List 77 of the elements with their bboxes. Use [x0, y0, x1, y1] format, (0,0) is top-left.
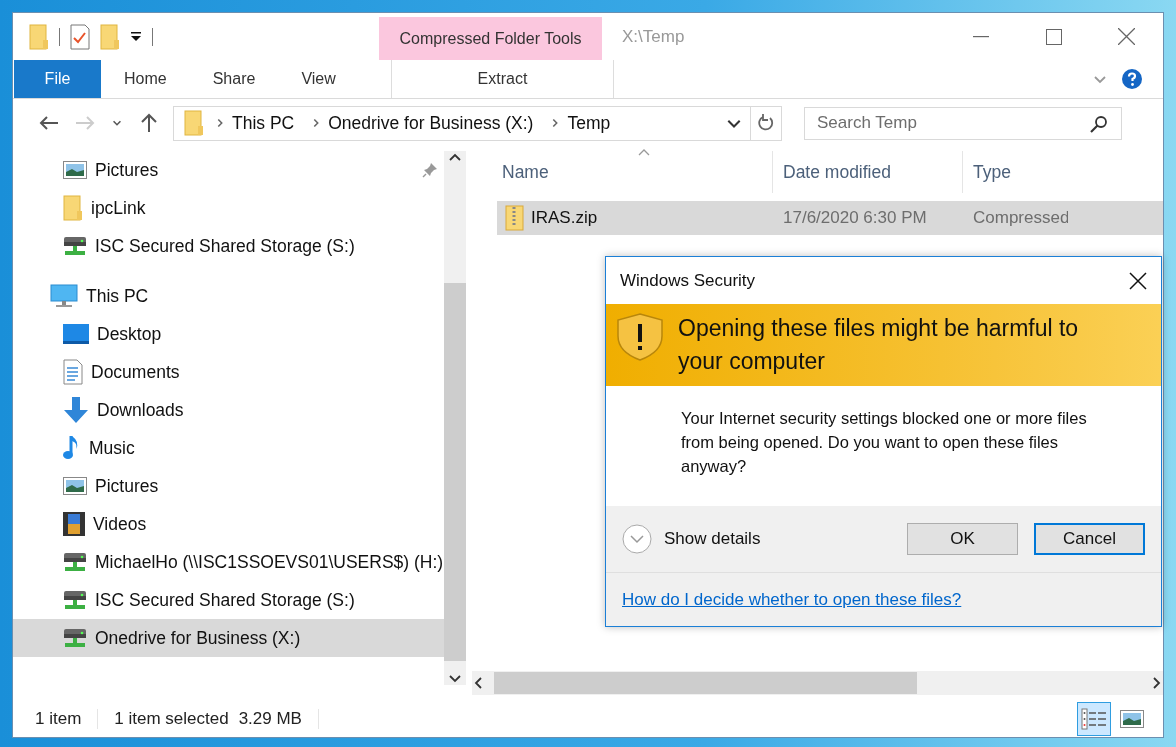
horizontal-scrollbar[interactable]	[472, 671, 1163, 695]
view-button[interactable]	[1077, 702, 1111, 736]
ribbon-tab[interactable]: Extract	[391, 60, 614, 98]
dialog-title: Windows Security	[620, 270, 756, 291]
down-arrow-icon	[63, 397, 89, 423]
refresh-icon[interactable]	[757, 114, 775, 132]
selection-size: 3.29 MB	[238, 709, 302, 729]
network-drive-icon	[63, 235, 87, 257]
ribbon-tab[interactable]: File	[14, 60, 101, 98]
scrollbar-thumb[interactable]	[494, 672, 917, 694]
file-name: IRAS.zip	[531, 208, 598, 228]
selection-status: 1 item selected	[114, 709, 229, 729]
breadcrumb[interactable]: Onedrive for Business (X:)	[322, 112, 540, 134]
context-tab-group: Compressed Folder Tools	[379, 17, 602, 60]
window-title: X:\Temp	[621, 25, 686, 48]
network-drive-icon	[63, 589, 87, 611]
zip-folder-icon	[505, 205, 525, 231]
nav-item[interactable]: Music	[13, 429, 444, 467]
breadcrumb[interactable]: This PC	[226, 112, 301, 134]
file-row[interactable]: IRAS.zip 17/6/2020 6:30 PM Compressed	[497, 201, 1163, 235]
warning-heading: Opening these files might be harmful to your computer	[678, 314, 1080, 376]
caret-icon[interactable]	[130, 30, 142, 43]
nav-item[interactable]: ISC Secured Shared Storage (S:)	[13, 227, 444, 265]
folder-icon	[63, 195, 83, 221]
network-drive-icon	[63, 551, 87, 573]
maximize-icon	[1045, 28, 1062, 45]
address-bar[interactable]: This PC Onedrive for Business (X:) Temp	[173, 105, 782, 141]
column-header[interactable]: Name	[470, 151, 773, 193]
dialog-button[interactable]: Cancel	[1034, 523, 1145, 555]
search-icon	[1090, 114, 1108, 133]
folder-icon	[29, 23, 49, 50]
help-icon[interactable]	[1121, 68, 1143, 90]
type-cell-text: Compressed	[972, 208, 1068, 228]
search-field[interactable]: Search Temp	[804, 106, 1122, 140]
folder-icon	[184, 110, 204, 136]
nav-item[interactable]: Downloads	[13, 391, 444, 429]
chevron-circle-icon	[622, 524, 652, 554]
close-icon	[1118, 28, 1135, 45]
nav-item[interactable]: Documents	[13, 353, 444, 391]
scrollbar-thumb[interactable]	[444, 283, 466, 661]
nav-item[interactable]: Pictures	[13, 151, 444, 189]
close-icon[interactable]	[1129, 271, 1147, 290]
picture-icon	[63, 161, 87, 179]
breadcrumb[interactable]: Temp	[561, 112, 617, 134]
warning-shield-icon	[616, 312, 664, 362]
nav-item[interactable]: Desktop	[13, 315, 444, 353]
date-cell-text: 17/6/2020 6:30 PM	[782, 208, 928, 228]
help-link[interactable]: How do I decide whether to open these files?	[622, 589, 1161, 610]
properties-icon[interactable]	[70, 23, 90, 50]
desktop-icon	[63, 324, 89, 344]
nav-item[interactable]: MichaelHo (\\ISC1SSOEVS01\USERS$) (H:)	[13, 543, 444, 581]
vertical-scrollbar[interactable]	[444, 151, 466, 685]
nav-item[interactable]: ipcLink	[13, 189, 444, 227]
forward-arrow-icon	[75, 115, 95, 131]
nav-item[interactable]: Onedrive for Business (X:)	[13, 619, 444, 657]
column-header[interactable]: Date modified	[773, 151, 963, 193]
computer-icon	[50, 284, 78, 308]
sort-caret-icon	[638, 149, 650, 156]
item-count: 1 item	[35, 709, 82, 729]
picture-icon	[63, 477, 87, 495]
up-arrow-icon	[140, 113, 158, 133]
minimize-icon	[972, 35, 989, 38]
document-icon	[63, 359, 83, 385]
dialog-button[interactable]: OK	[907, 523, 1018, 555]
picture-icon	[1120, 710, 1144, 728]
show-details-toggle[interactable]: Show details	[622, 524, 761, 554]
details-view-icon	[1081, 708, 1107, 730]
network-drive-icon	[63, 627, 87, 649]
nav-item[interactable]: ISC Secured Shared Storage (S:)	[13, 581, 444, 619]
back-arrow-icon	[39, 115, 59, 131]
new-folder-icon	[100, 23, 120, 50]
nav-item[interactable]: Pictures	[13, 467, 444, 505]
dialog-message: Your Internet security settings blocked one or more files from being opened. Do you want to open these files anyway?	[680, 408, 1088, 477]
nav-item[interactable]: Videos	[13, 505, 444, 543]
column-header[interactable]: Type	[963, 151, 1163, 193]
film-icon	[63, 512, 85, 536]
nav-item[interactable]: This PC	[13, 277, 444, 315]
